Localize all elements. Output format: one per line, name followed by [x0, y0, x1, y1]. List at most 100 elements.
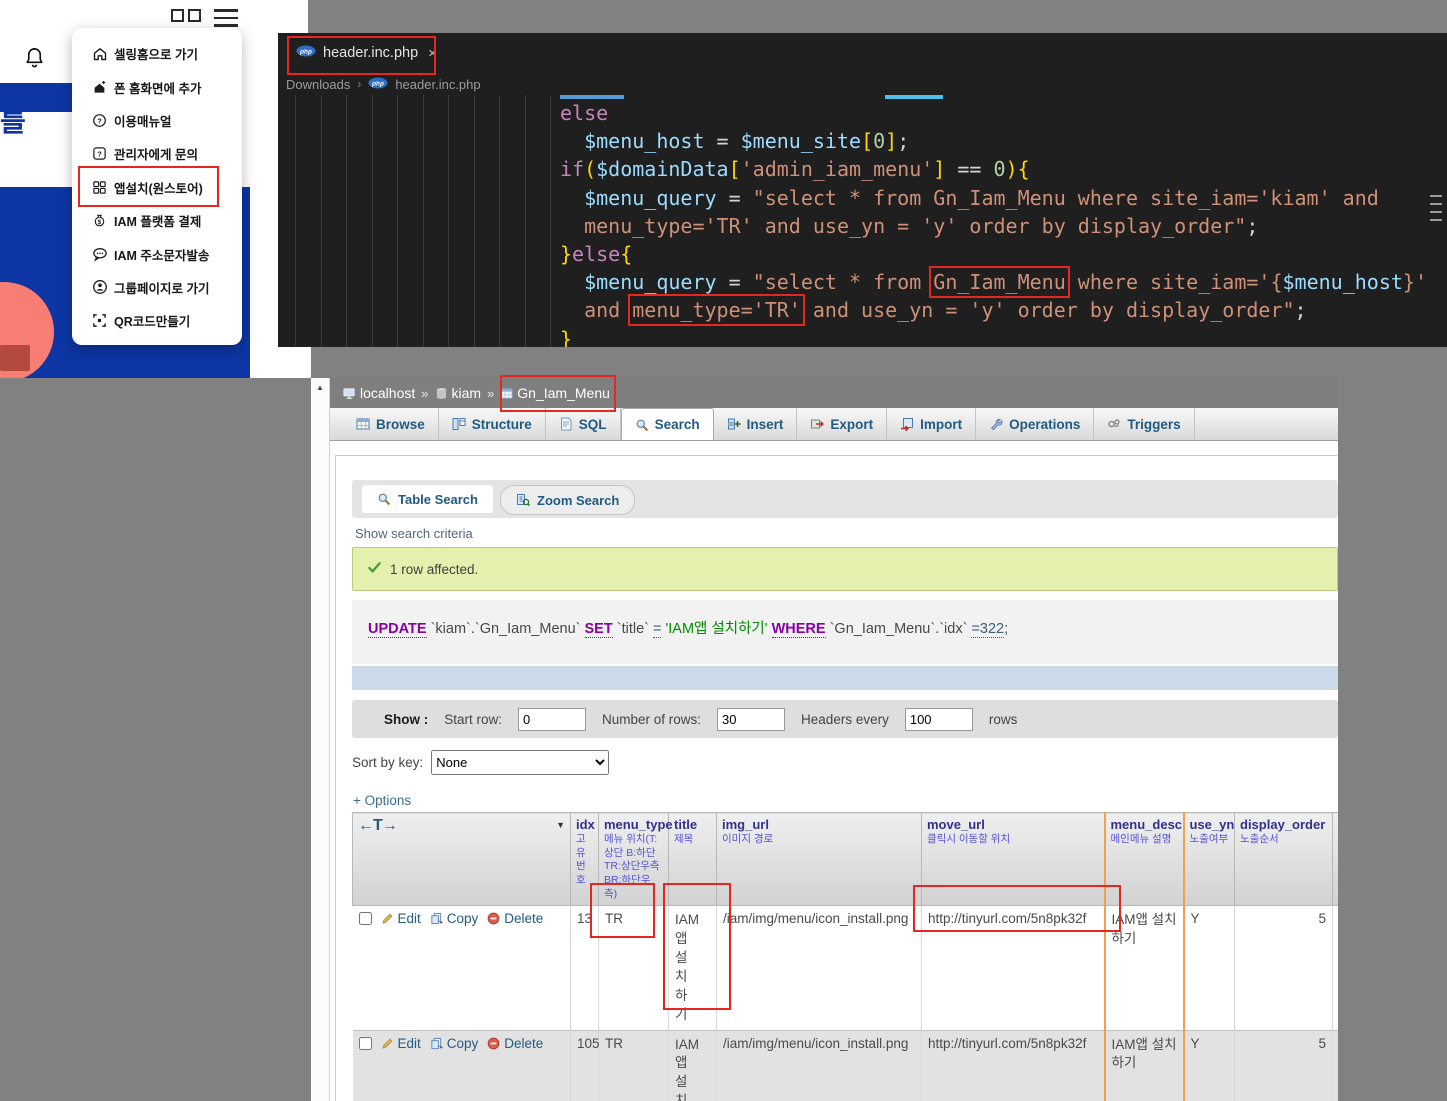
row-action-delete[interactable]: Delete — [504, 911, 543, 926]
cell-img_url: /iam/img/menu/icon_install.png — [717, 1030, 922, 1101]
tab-label: Browse — [376, 417, 425, 432]
menu-item-2[interactable]: 폰 홈화면에 추가 — [72, 70, 242, 103]
row-action-delete[interactable]: Delete — [504, 1036, 543, 1051]
home-icon — [91, 46, 108, 62]
menu-item-9[interactable]: QR코드만들기 — [72, 304, 242, 337]
close-icon[interactable]: × — [428, 45, 437, 62]
tab-table-search[interactable]: Table Search — [362, 485, 493, 513]
php-file-icon: php — [368, 77, 388, 92]
menu-item-5[interactable]: 앱설치(원스토어) — [72, 171, 242, 204]
subtab-label: Zoom Search — [537, 493, 619, 508]
menu-item-6[interactable]: $IAM 플랫폼 결제 — [72, 204, 242, 237]
editor-tab-label: header.inc.php — [323, 45, 418, 61]
menu-item-3[interactable]: ?이용매뉴얼 — [72, 104, 242, 137]
windows-icon[interactable] — [171, 9, 201, 22]
code-token: { — [620, 242, 632, 266]
column-header-move_url[interactable]: move_url클릭시 이동할 위치 — [922, 813, 1105, 906]
tab-search[interactable]: Search — [621, 408, 714, 440]
row-checkbox[interactable] — [359, 1037, 372, 1050]
cell-move_url: http://tinyurl.com/5n8pk32f — [922, 1030, 1105, 1101]
tab-label: Search — [655, 417, 700, 432]
code-token — [560, 270, 584, 294]
tab-export[interactable]: Export — [797, 408, 887, 440]
cell-display_order: 5 — [1235, 906, 1333, 1030]
editor-tab-header-inc-php[interactable]: php header.inc.php × — [286, 38, 447, 68]
menu-item-label: IAM 플랫폼 결제 — [114, 211, 201, 230]
cell-img_url: /iam/img/menu/icon_install.png — [717, 906, 922, 1030]
sql-token: `title` — [617, 621, 649, 637]
tab-label: Import — [920, 417, 962, 432]
breadcrumb-folder[interactable]: Downloads — [286, 77, 350, 92]
editor-breadcrumb: Downloads › php header.inc.php — [286, 73, 481, 95]
column-header-menu_type[interactable]: menu_type메뉴 위치(T:상단 B:하단 TR:상단우측 BR:하단우측… — [599, 813, 669, 906]
cell-title: IAM 앱 설 치 하 기 — [669, 1030, 717, 1101]
column-header-actions[interactable]: ←T→ ▼ — [353, 813, 571, 906]
menu-item-1[interactable]: 셀링홈으로 가기 — [72, 37, 242, 70]
row-action-copy[interactable]: Copy — [447, 911, 479, 926]
scrollbar-mark — [1430, 203, 1442, 205]
row-action-edit[interactable]: Edit — [398, 911, 421, 926]
row-checkbox[interactable] — [359, 912, 372, 925]
breadcrumb-label: kiam — [452, 385, 482, 401]
sort-by-key-select[interactable]: None — [431, 750, 609, 775]
tab-triggers[interactable]: Triggers — [1094, 408, 1194, 440]
tab-browse[interactable]: Browse — [343, 408, 439, 440]
qr-code-icon — [91, 313, 108, 328]
bell-icon[interactable] — [23, 46, 46, 74]
sql-token: `idx` — [939, 621, 967, 637]
tab-structure[interactable]: Structure — [439, 408, 546, 440]
database-icon — [435, 387, 448, 400]
breadcrumb-localhost[interactable]: localhost — [343, 385, 415, 401]
show-search-criteria-link[interactable]: Show search criteria — [355, 526, 473, 541]
tab-import[interactable]: Import — [887, 408, 976, 440]
column-header-menu_desc[interactable]: menu_desc메인메뉴 설명 — [1105, 813, 1184, 906]
tab-sql[interactable]: SQL — [546, 408, 621, 440]
column-header-display_order[interactable]: display_order노출순서 — [1235, 813, 1333, 906]
headers-every-input[interactable] — [905, 708, 973, 731]
code-token: { — [1018, 157, 1030, 181]
group-icon — [91, 279, 108, 295]
tab-insert[interactable]: Insert — [714, 408, 798, 440]
zoom-search-icon — [516, 493, 530, 507]
indent-guide — [550, 95, 551, 347]
backdrop-left — [0, 378, 311, 1101]
scrollbar-mark — [1430, 195, 1442, 197]
annotation-boxed-token: Gn_Iam_Menu — [933, 270, 1065, 294]
sort-dropdown-icon[interactable]: ▼ — [556, 820, 565, 830]
sql-icon — [559, 417, 573, 431]
tab-label: Operations — [1009, 417, 1080, 432]
num-rows-input[interactable] — [717, 708, 785, 731]
column-name: title — [674, 817, 711, 832]
scrollbar-mark — [1430, 219, 1442, 221]
scrollbar-up-arrow[interactable]: ▲ — [311, 378, 330, 1101]
sql-token: 'IAM앱 설치하기' — [666, 621, 768, 637]
tab-zoom-search[interactable]: Zoom Search — [500, 485, 635, 515]
column-header-use_yn[interactable]: use_yn노출여부 — [1184, 813, 1235, 906]
code-token: = — [705, 129, 741, 153]
menu-item-label: 폰 홈화면에 추가 — [114, 78, 201, 97]
breadcrumb-file[interactable]: header.inc.php — [395, 77, 480, 92]
menu-item-4[interactable]: ?관리자에게 문의 — [72, 137, 242, 170]
options-link[interactable]: + Options — [353, 793, 411, 808]
breadcrumb-kiam[interactable]: kiam — [435, 385, 482, 401]
sort-by-key-row: Sort by key: None — [352, 750, 609, 775]
breadcrumb-gn_iam_menu[interactable]: Gn_Iam_Menu — [500, 385, 610, 401]
column-name: menu_type — [604, 817, 663, 832]
sql-token: ; — [1004, 621, 1008, 637]
menu-item-8[interactable]: 그룹페이지로 가기 — [72, 271, 242, 304]
row-action-edit[interactable]: Edit — [398, 1036, 421, 1051]
code-token: ( — [584, 157, 596, 181]
question-square-icon: ? — [91, 146, 108, 161]
editor-code-area[interactable]: else $menu_host = $menu_site[0];if($doma… — [278, 95, 1447, 347]
show-all-columns-control[interactable]: ←T→ — [358, 817, 397, 834]
row-action-copy[interactable]: Copy — [447, 1036, 479, 1051]
column-header-img_url[interactable]: img_url이미지 경로 — [717, 813, 922, 906]
tab-operations[interactable]: Operations — [976, 408, 1094, 440]
menu-item-7[interactable]: IAM 주소문자발송 — [72, 237, 242, 270]
column-header-idx[interactable]: idx고유 번호 — [571, 813, 599, 906]
column-header-title[interactable]: title제목 — [669, 813, 717, 906]
start-row-input[interactable] — [518, 708, 586, 731]
svg-text:php: php — [372, 80, 385, 87]
results-table-container: ←T→ ▼ idx고유 번호menu_type메뉴 위치(T:상단 B:하단 TR:… — [352, 812, 1373, 1101]
menu-item-label: QR코드만들기 — [114, 311, 190, 330]
